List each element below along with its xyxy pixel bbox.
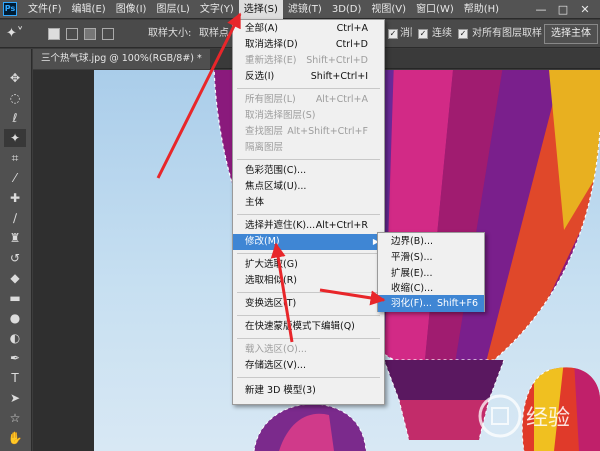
arrow-to-feather-item	[319, 288, 386, 306]
arrow-to-select-menu	[156, 12, 242, 179]
watermark-logo-icon: 经验	[478, 394, 570, 438]
watermark: 经验	[470, 388, 588, 444]
watermark-text: 经验	[526, 406, 570, 431]
annotation-arrows	[156, 12, 386, 343]
arrow-to-modify-item	[270, 242, 294, 343]
